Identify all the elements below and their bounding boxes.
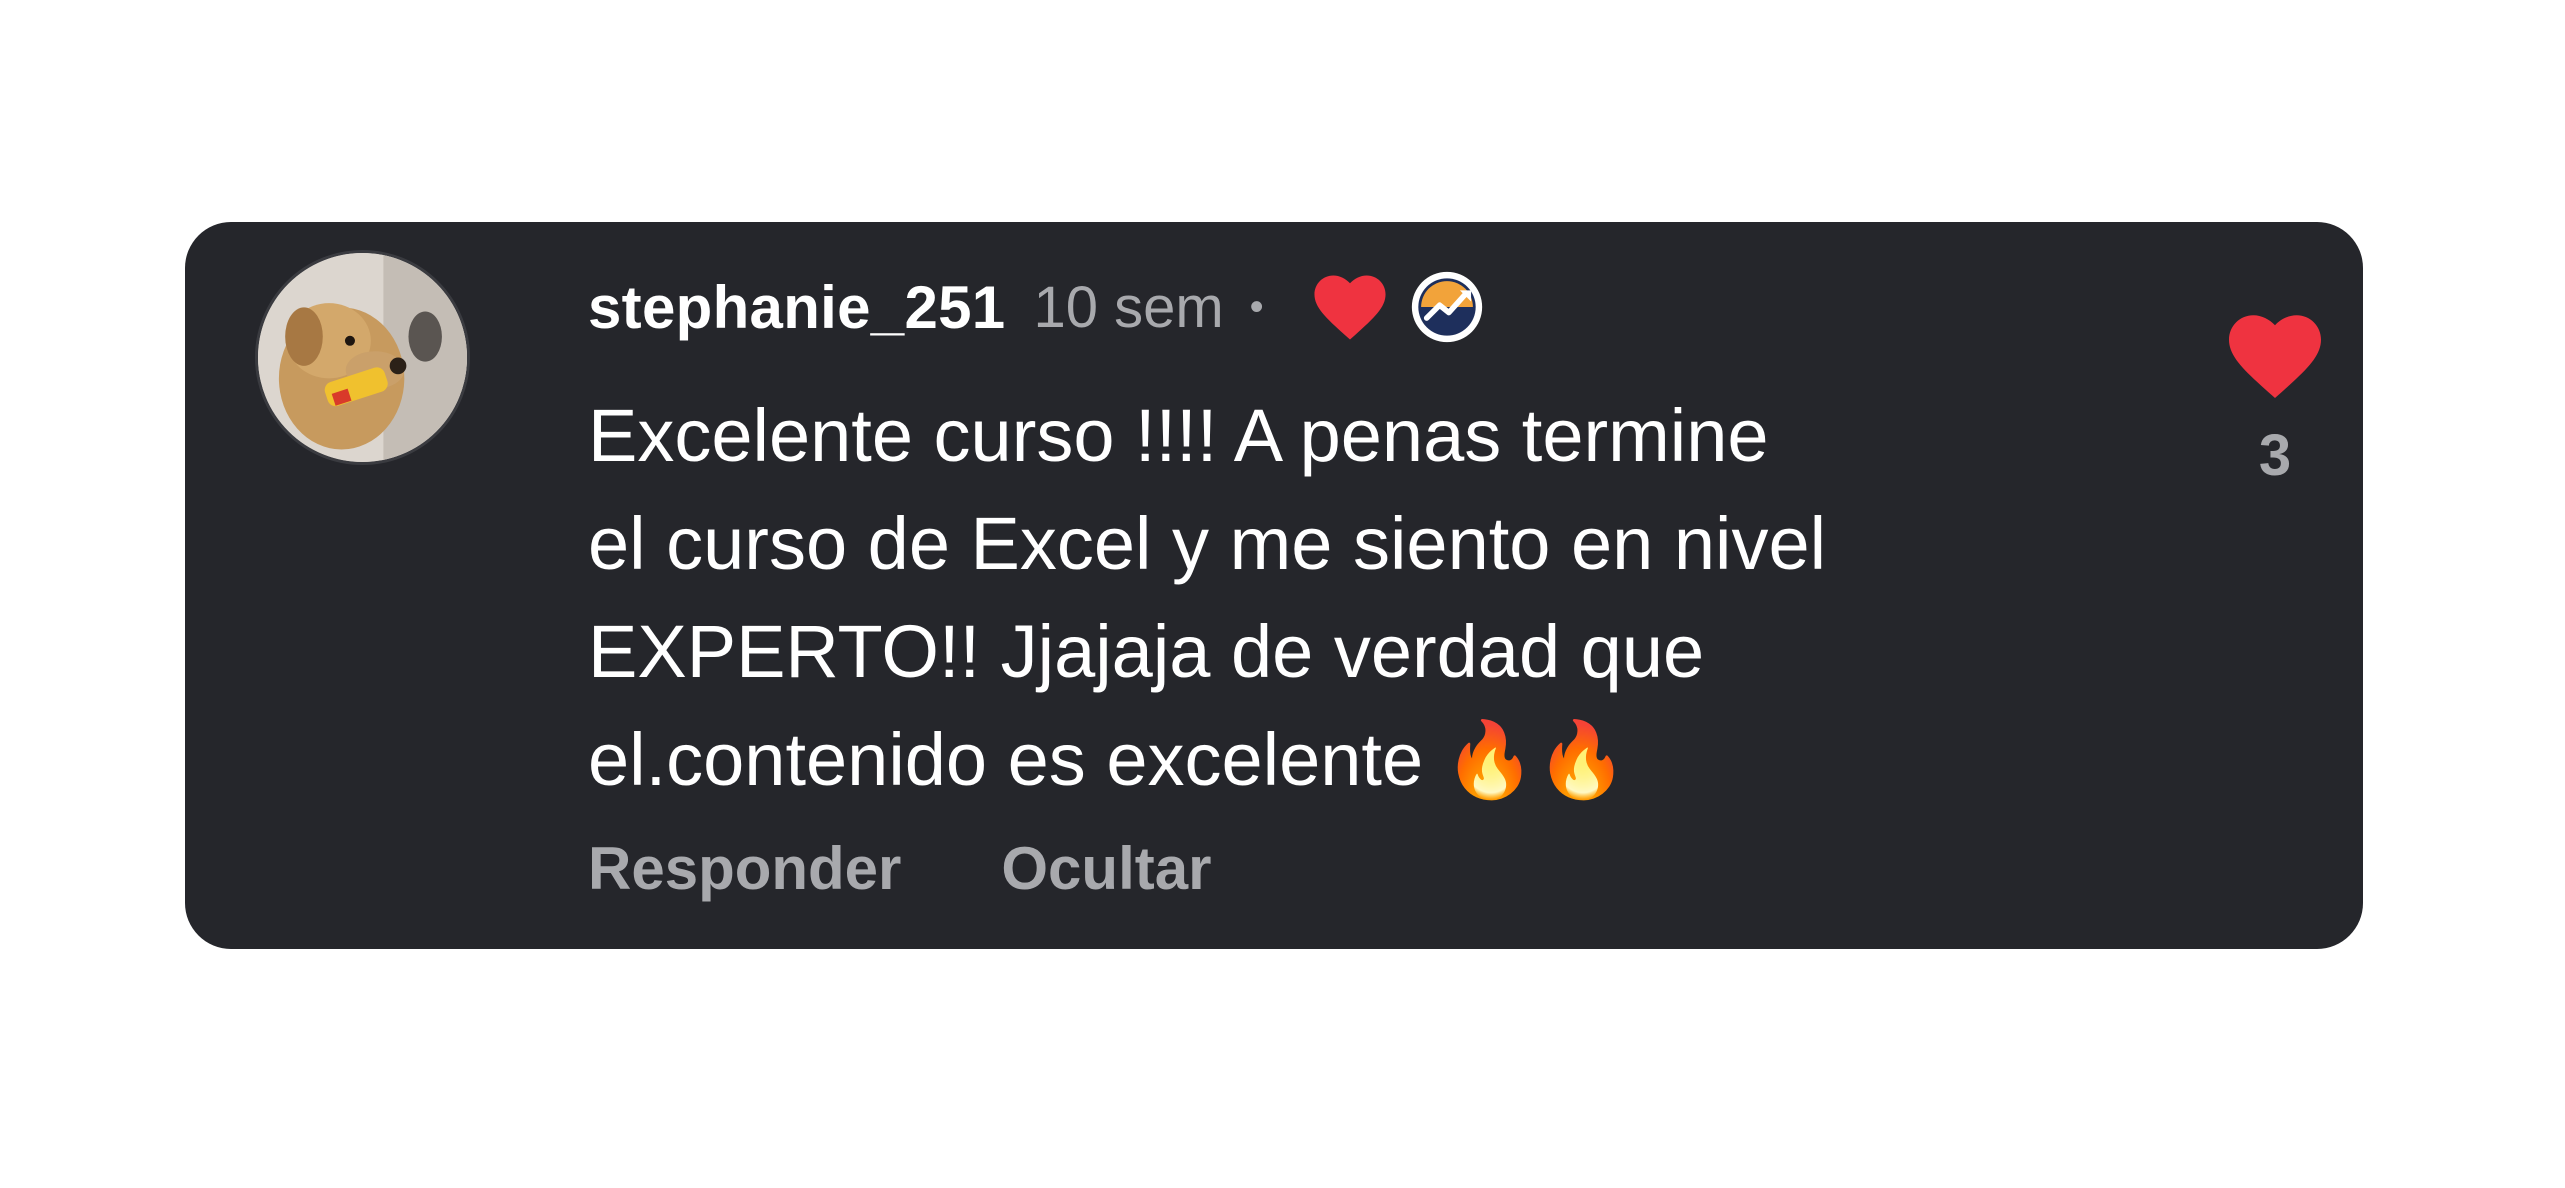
like-section: 3: [2205, 312, 2345, 489]
trend-badge-icon: [1411, 271, 1482, 343]
comment-text: Excelente curso !!!! A penas termine el …: [588, 394, 1827, 801]
like-heart-icon[interactable]: [2225, 312, 2325, 400]
comment-actions: Responder Ocultar: [588, 834, 1211, 903]
avatar[interactable]: [255, 250, 470, 465]
comment-card: stephanie_251 10 sem • Excelente curso !…: [185, 222, 2363, 949]
separator-dot: •: [1249, 284, 1264, 329]
username[interactable]: stephanie_251: [588, 273, 1005, 342]
reply-button[interactable]: Responder: [588, 834, 901, 903]
canvas: stephanie_251 10 sem • Excelente curso !…: [0, 0, 2565, 1188]
like-count: 3: [2258, 423, 2292, 488]
timestamp: 10 sem: [1033, 274, 1224, 340]
dog-avatar-icon: [258, 253, 467, 462]
hide-button[interactable]: Ocultar: [1001, 834, 1211, 903]
comment-header: stephanie_251 10 sem •: [588, 262, 1484, 352]
creator-liked-heart-icon: [1314, 275, 1386, 340]
